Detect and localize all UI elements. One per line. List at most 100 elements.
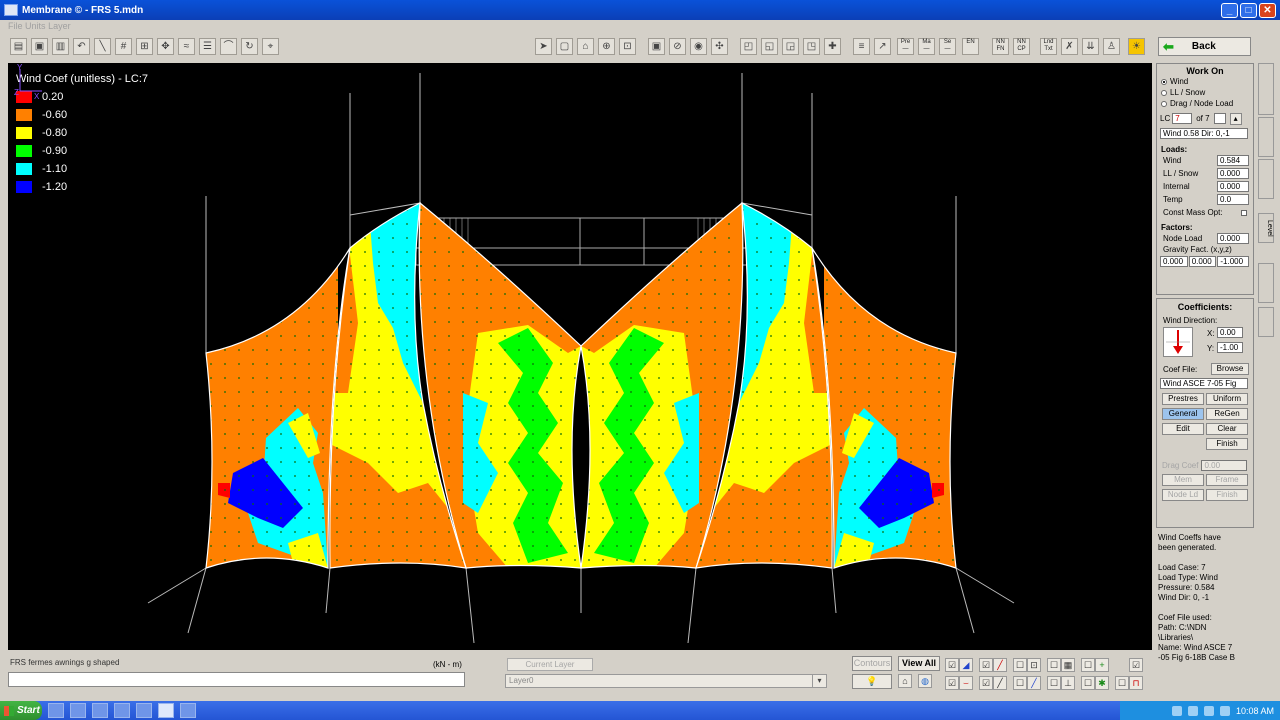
- save-icon[interactable]: ▣: [31, 38, 48, 55]
- filter-checkbox-6[interactable]: ☑: [1129, 658, 1143, 672]
- tray-icon-3[interactable]: [1203, 705, 1214, 716]
- regen-button[interactable]: ReGen: [1206, 408, 1248, 420]
- contours-button[interactable]: Contours: [852, 656, 892, 671]
- drag-coef-field[interactable]: 0.00: [1201, 460, 1248, 471]
- toolbar-text-button-7[interactable]: Lnd Txt: [1040, 38, 1057, 55]
- snow-load-field[interactable]: 0.000: [1217, 168, 1249, 179]
- minimize-button[interactable]: _: [1221, 2, 1238, 18]
- side-tab-2[interactable]: [1258, 117, 1274, 157]
- const-mass-checkbox[interactable]: [1241, 209, 1247, 216]
- database-icon[interactable]: ◍: [918, 674, 932, 688]
- stop-icon[interactable]: ⊘: [669, 38, 686, 55]
- menu-layer[interactable]: Layer: [48, 21, 71, 31]
- toolbar-text-button-2[interactable]: Ma —: [918, 38, 935, 55]
- prestress-button[interactable]: Prestres: [1162, 393, 1204, 405]
- load-case-description[interactable]: Wind 0.58 Dir: 0,-1: [1160, 128, 1248, 139]
- curve-icon[interactable]: ⌒: [220, 38, 237, 55]
- select-icon[interactable]: ➤: [535, 38, 552, 55]
- side-tab-level[interactable]: Level: [1258, 213, 1274, 243]
- current-layer-button[interactable]: Current Layer: [507, 658, 593, 671]
- view-top-icon[interactable]: ◱: [761, 38, 778, 55]
- red-line-icon[interactable]: ╱: [993, 658, 1007, 672]
- filter-checkbox-9[interactable]: ☐: [1013, 676, 1027, 690]
- zoom-window-icon[interactable]: ⊡: [619, 38, 636, 55]
- filter-checkbox-2[interactable]: ☑: [979, 658, 993, 672]
- mem-button[interactable]: Mem: [1162, 474, 1204, 486]
- wind-direction-arrow-icon[interactable]: [1163, 327, 1193, 357]
- maximize-button[interactable]: □: [1240, 2, 1257, 18]
- open-file-icon[interactable]: ▤: [10, 38, 27, 55]
- title-bar[interactable]: Membrane © - FRS 5.mdn _ □ ✕: [0, 0, 1280, 20]
- taskbar-app-7-icon[interactable]: [180, 703, 196, 718]
- node-select-icon[interactable]: ⌂: [577, 38, 594, 55]
- radio-wind[interactable]: Wind: [1157, 76, 1253, 87]
- side-tab-4[interactable]: [1258, 263, 1274, 303]
- red-curve-icon[interactable]: ⌣: [959, 676, 973, 690]
- node-ld-button[interactable]: Node Ld: [1162, 489, 1204, 501]
- arrow-color-icon[interactable]: ↗: [874, 38, 891, 55]
- tray-icon-1[interactable]: [1171, 705, 1182, 716]
- radio-ll-snow[interactable]: LL / Snow: [1157, 87, 1253, 98]
- gear-icon[interactable]: ✱: [1095, 676, 1109, 690]
- side-tab-3[interactable]: [1258, 159, 1274, 199]
- wind-load-field[interactable]: 0.584: [1217, 155, 1249, 166]
- gray-node-icon[interactable]: ⊡: [1027, 658, 1041, 672]
- filter-checkbox-5[interactable]: ☐: [1081, 658, 1095, 672]
- toolbar-text-button-5[interactable]: NN FN: [992, 38, 1009, 55]
- const-mass-row[interactable]: Const Mass Opt:: [1157, 206, 1253, 219]
- plus-icon[interactable]: +: [1095, 658, 1109, 672]
- wind-y-field[interactable]: -1.00: [1217, 342, 1243, 353]
- zoom-icon[interactable]: ⊕: [598, 38, 615, 55]
- window-select-icon[interactable]: ▢: [556, 38, 573, 55]
- measure-icon[interactable]: ⌖: [262, 38, 279, 55]
- start-button[interactable]: Start: [0, 701, 42, 720]
- layer-select[interactable]: Layer0 ▾: [505, 674, 827, 688]
- temp-load-field[interactable]: 0.0: [1217, 194, 1249, 205]
- orbit-icon[interactable]: ◉: [690, 38, 707, 55]
- menu-file[interactable]: File: [8, 21, 23, 31]
- supports-icon[interactable]: ✗: [1061, 38, 1078, 55]
- tray-icon-2[interactable]: [1187, 705, 1198, 716]
- triangle-icon[interactable]: ◢: [959, 658, 973, 672]
- edit-button[interactable]: Edit: [1162, 423, 1204, 435]
- node-load-field[interactable]: 0.000: [1217, 233, 1249, 244]
- rotate-icon[interactable]: ↻: [241, 38, 258, 55]
- frame-button[interactable]: Frame: [1206, 474, 1248, 486]
- filter-checkbox-7[interactable]: ☑: [945, 676, 959, 690]
- general-button[interactable]: General: [1162, 408, 1204, 420]
- taskbar-app-3-icon[interactable]: [92, 703, 108, 718]
- filter-checkbox-11[interactable]: ☐: [1081, 676, 1095, 690]
- clock[interactable]: 10:08 AM: [1236, 706, 1274, 716]
- drag-finish-button[interactable]: Finish: [1206, 489, 1248, 501]
- gravity-x-field[interactable]: 0.000: [1160, 256, 1188, 267]
- command-input[interactable]: [8, 672, 465, 687]
- load-case-field[interactable]: 7: [1172, 113, 1193, 124]
- pan-icon[interactable]: ✥: [157, 38, 174, 55]
- toolbar-text-button-4[interactable]: EN: [962, 38, 979, 55]
- internal-load-field[interactable]: 0.000: [1217, 181, 1249, 192]
- render-icon[interactable]: ✚: [824, 38, 841, 55]
- save-as-icon[interactable]: ▥: [52, 38, 69, 55]
- model-viewport[interactable]: Wind Coef (unitless) - LC:7 0.20 -0.60 -…: [8, 63, 1152, 650]
- gravity-y-field[interactable]: 0.000: [1188, 256, 1217, 267]
- uniform-button[interactable]: Uniform: [1206, 393, 1248, 405]
- close-button[interactable]: ✕: [1259, 2, 1276, 18]
- view-front-icon[interactable]: ◰: [740, 38, 757, 55]
- toolbar-text-button-6[interactable]: NN CP: [1013, 38, 1030, 55]
- taskbar-app-1-icon[interactable]: [48, 703, 64, 718]
- toolbar-text-button-3[interactable]: Se —: [939, 38, 956, 55]
- coef-file-field[interactable]: Wind ASCE 7-05 Fig: [1160, 378, 1248, 389]
- tray-icon-4[interactable]: [1219, 705, 1230, 716]
- radio-drag-node-load[interactable]: Drag / Node Load: [1157, 98, 1253, 109]
- back-button[interactable]: ⬅ Back: [1158, 37, 1251, 56]
- taskbar-app-5-icon[interactable]: [136, 703, 152, 718]
- view-iso-icon[interactable]: ◳: [803, 38, 820, 55]
- fit-icon[interactable]: ✣: [711, 38, 728, 55]
- hatch-icon[interactable]: ▦: [1061, 658, 1075, 672]
- blue-line-icon[interactable]: ╱: [1027, 676, 1041, 690]
- diagonal-icon[interactable]: ╱: [993, 676, 1007, 690]
- view-all-button[interactable]: View All: [898, 656, 940, 671]
- side-tab-1[interactable]: [1258, 63, 1274, 115]
- filter-checkbox-4[interactable]: ☐: [1047, 658, 1061, 672]
- load-case-box[interactable]: [1213, 113, 1226, 124]
